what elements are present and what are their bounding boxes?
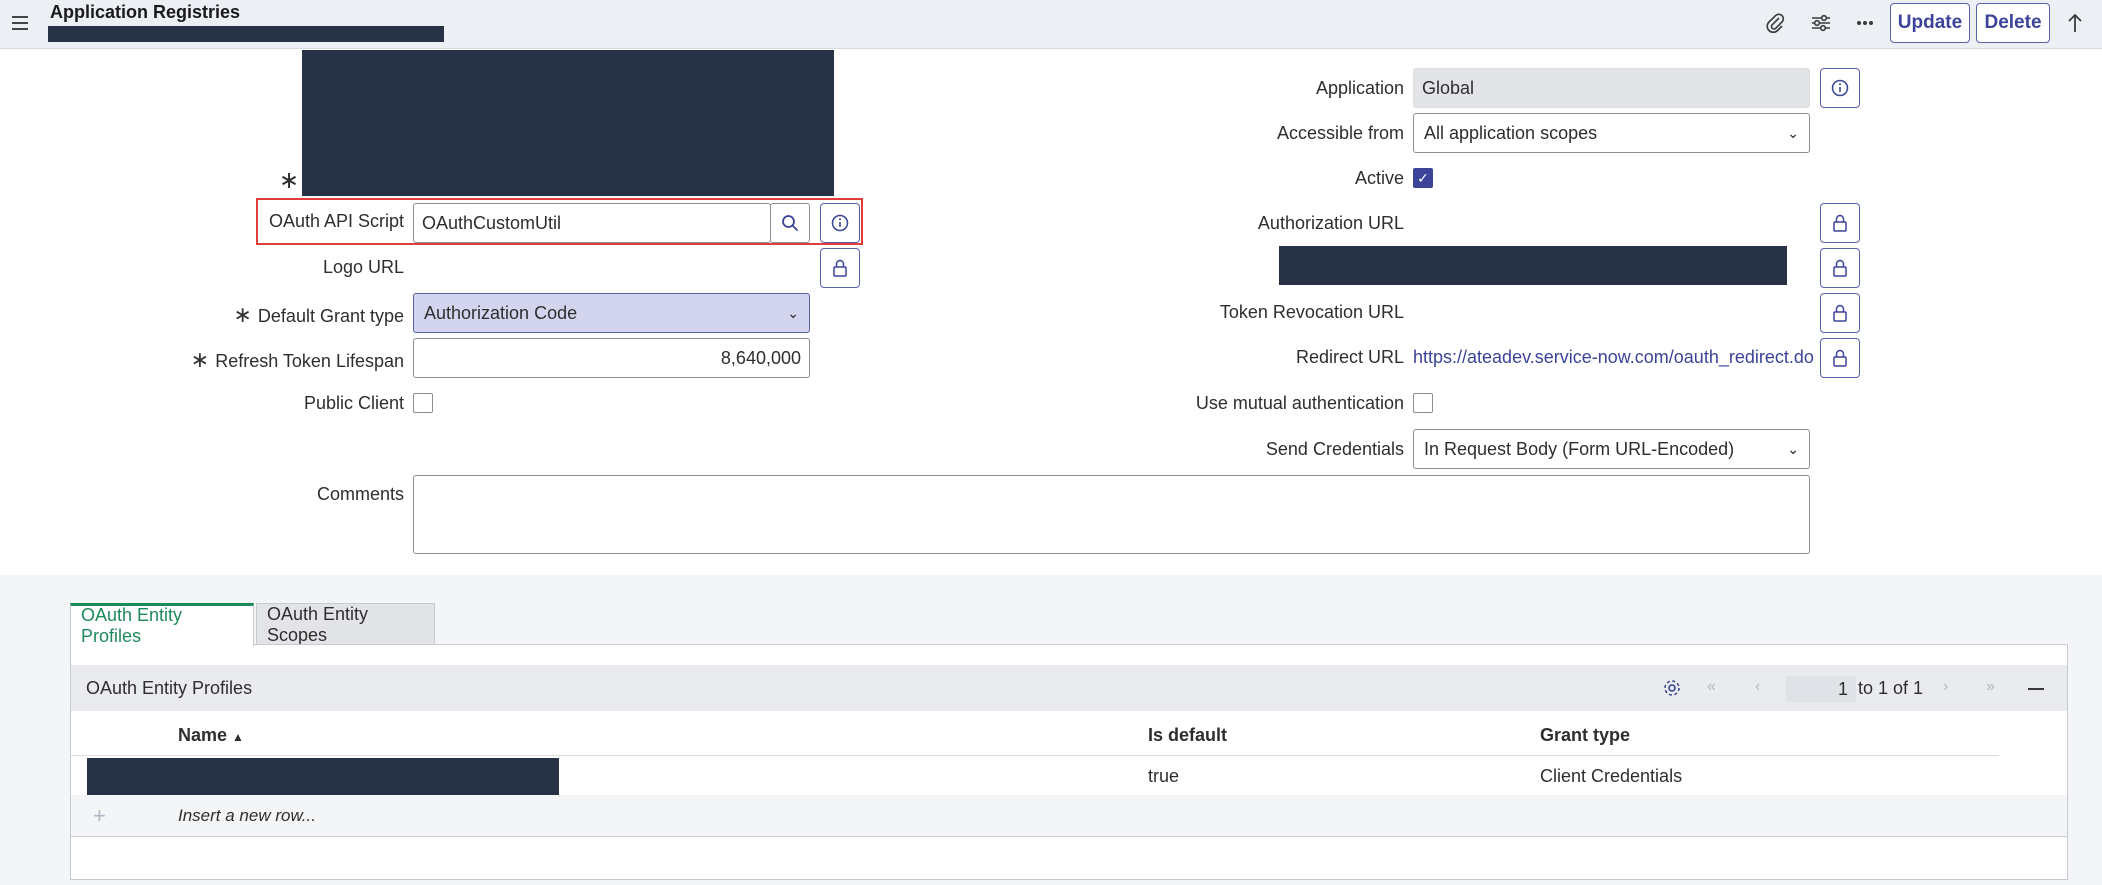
oauth-api-script-input[interactable]: OAuthCustomUtil: [413, 203, 771, 243]
redacted-name-cell: [87, 758, 559, 795]
arrow-up-icon[interactable]: [2062, 10, 2088, 36]
tab-oauth-entity-profiles[interactable]: OAuth Entity Profiles: [70, 603, 254, 646]
application-field: Global: [1413, 68, 1810, 108]
public-client-checkbox[interactable]: [413, 393, 433, 413]
delete-button[interactable]: Delete: [1976, 3, 2050, 43]
gear-icon[interactable]: [1659, 675, 1685, 701]
comments-label: Comments: [316, 484, 404, 504]
redacted-field: [1279, 246, 1787, 285]
chevron-down-icon: ⌄: [1787, 124, 1799, 141]
required-icon: ∗: [190, 347, 210, 372]
mutual-auth-checkbox[interactable]: [1413, 393, 1433, 413]
comments-textarea[interactable]: [413, 475, 1810, 554]
lock-icon[interactable]: [1820, 248, 1860, 288]
token-revocation-url-label: Token Revocation URL: [1219, 302, 1404, 322]
plus-icon[interactable]: +: [93, 803, 106, 829]
oauth-api-script-label: OAuth API Script: [268, 211, 404, 231]
authorization-url-label: Authorization URL: [1257, 213, 1404, 233]
default-grant-type-select[interactable]: Authorization Code ⌄: [413, 293, 810, 333]
lock-icon[interactable]: [820, 248, 860, 288]
refresh-token-lifespan-label: ∗ Refresh Token Lifespan: [190, 347, 404, 372]
column-header-grant-type[interactable]: Grant type: [1540, 725, 1630, 746]
active-checkbox[interactable]: ✓: [1413, 168, 1433, 188]
insert-row-label[interactable]: Insert a new row...: [178, 806, 316, 826]
column-header-name[interactable]: Name ▲: [178, 725, 244, 746]
send-credentials-label: Send Credentials: [1265, 439, 1404, 459]
sort-ascending-icon: ▲: [232, 730, 244, 744]
lock-icon[interactable]: [1820, 338, 1860, 378]
lock-icon[interactable]: [1820, 293, 1860, 333]
insert-row[interactable]: [71, 795, 2067, 837]
last-page-icon[interactable]: »: [1986, 678, 1995, 696]
accessible-from-select[interactable]: All application scopes ⌄: [1413, 113, 1810, 153]
required-icon: ∗: [279, 167, 300, 194]
is-default-cell: true: [1148, 766, 1180, 786]
application-label: Application: [1315, 78, 1404, 98]
default-grant-type-label: ∗ Default Grant type: [233, 302, 404, 327]
related-list-header: [71, 665, 2067, 711]
column-header-is-default[interactable]: Is default: [1148, 725, 1227, 746]
next-page-icon[interactable]: ›: [1943, 678, 1948, 696]
mutual-auth-label: Use mutual authentication: [1195, 393, 1404, 413]
refresh-token-lifespan-input[interactable]: 8,640,000: [413, 338, 810, 378]
update-button[interactable]: Update: [1890, 3, 1970, 43]
page-title: Application Registries: [50, 2, 241, 22]
send-credentials-select[interactable]: In Request Body (Form URL-Encoded) ⌄: [1413, 429, 1810, 469]
menu-icon[interactable]: [12, 16, 28, 30]
lock-icon[interactable]: [1820, 203, 1860, 243]
divider: [71, 755, 1999, 756]
form-header: Application Registries Update Delete: [0, 0, 2102, 49]
first-page-icon[interactable]: «: [1707, 678, 1716, 696]
logo-url-label: Logo URL: [322, 257, 404, 277]
info-icon[interactable]: [820, 203, 860, 243]
more-options-icon[interactable]: [1852, 10, 1878, 36]
collapse-icon[interactable]: [2028, 688, 2044, 690]
page-number-input[interactable]: 1: [1786, 676, 1856, 702]
grant-type-cell: Client Credentials: [1540, 766, 1683, 786]
page-count-text: to 1 of 1: [1858, 678, 1924, 698]
paperclip-icon[interactable]: [1762, 10, 1788, 36]
chevron-down-icon: ⌄: [1787, 440, 1799, 457]
tab-oauth-entity-scopes[interactable]: OAuth Entity Scopes: [256, 603, 435, 645]
redacted-field: [302, 50, 834, 196]
chevron-down-icon: ⌄: [787, 304, 799, 321]
accessible-from-label: Accessible from: [1276, 123, 1404, 143]
active-label: Active: [1354, 168, 1404, 188]
public-client-label: Public Client: [303, 393, 404, 413]
redacted-subtitle: [48, 26, 444, 42]
settings-sliders-icon[interactable]: [1808, 10, 1834, 36]
redirect-url-link[interactable]: https://ateadev.service-now.com/oauth_re…: [1413, 347, 1814, 368]
prev-page-icon[interactable]: ‹: [1755, 678, 1760, 696]
required-icon: ∗: [233, 302, 252, 327]
search-icon[interactable]: [770, 203, 810, 243]
info-icon[interactable]: [1820, 68, 1860, 108]
redirect-url-label: Redirect URL: [1295, 347, 1404, 367]
related-list-title: OAuth Entity Profiles: [86, 678, 253, 698]
